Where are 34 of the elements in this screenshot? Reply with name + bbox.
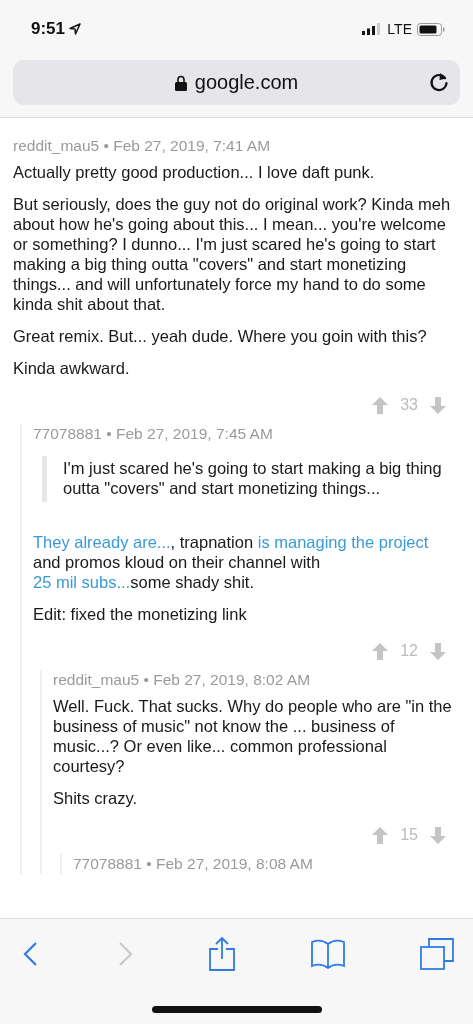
battery-icon [417, 22, 445, 36]
comment-text: Edit: fixed the monetizing link [33, 604, 248, 624]
back-chevron-icon[interactable] [22, 941, 40, 967]
link[interactable]: is managing the project [257, 533, 429, 551]
comment-text: They already are..., trapnation is managing the project and promos kloud on their channel with 25 mil subs...some shady shit. [33, 532, 430, 592]
vote-count: 15 [400, 826, 418, 844]
link[interactable]: They already are... [33, 533, 171, 551]
url-text: google.com [194, 71, 299, 94]
upvote-icon[interactable] [372, 826, 389, 844]
link[interactable]: 25 mil subs... [33, 573, 131, 591]
downvote-icon[interactable] [430, 396, 446, 414]
vote-count: 33 [400, 396, 418, 414]
clock-time: 9:51 [31, 19, 66, 39]
comment-byline: 77078881 • Feb 27, 2019, 8:08 AM [73, 854, 314, 874]
upvote-icon[interactable] [372, 642, 389, 660]
reload-icon[interactable] [428, 71, 450, 93]
comment-text: Actually pretty good production... I love daft punk. [13, 162, 376, 182]
address-bar[interactable]: google.com [13, 60, 460, 105]
comment-text: Shits crazy. [53, 788, 139, 808]
comment-text: But seriously, does the guy not do original work? Kinda meh about how he's going about this... I mean... you're welcome or something? I dunno... I'm just scared he's going to start making a big thing outta "covers" and start monetizing things... and will unfortunately force my hand to do some kinda shit about that. [13, 194, 452, 314]
vote-count: 12 [400, 642, 418, 660]
quote-text: I'm just scared he's going to start making a big thing outta "covers" and start monetizing things... [42, 456, 460, 502]
comment-byline: reddit_mau5 • Feb 27, 2019, 8:02 AM [53, 670, 312, 690]
signal-icon [362, 23, 383, 35]
network-label: LTE [387, 21, 412, 37]
downvote-icon[interactable] [430, 642, 446, 660]
comment-byline: 77078881 • Feb 27, 2019, 7:45 AM [33, 424, 274, 444]
comment-byline: reddit_mau5 • Feb 27, 2019, 7:41 AM [13, 136, 272, 156]
comment-text: Kinda awkward. [13, 358, 131, 378]
location-arrow-icon [69, 23, 82, 35]
upvote-icon[interactable] [372, 396, 389, 414]
downvote-icon[interactable] [430, 826, 446, 844]
comment-text: Well. Fuck. That sucks. Why do people who are "in the business of music" not know the ... business of music...? Or even like... common professional courtesy? [53, 696, 453, 776]
comment-text: Great remix. But... yeah dude. Where you goin with this? [13, 326, 428, 346]
